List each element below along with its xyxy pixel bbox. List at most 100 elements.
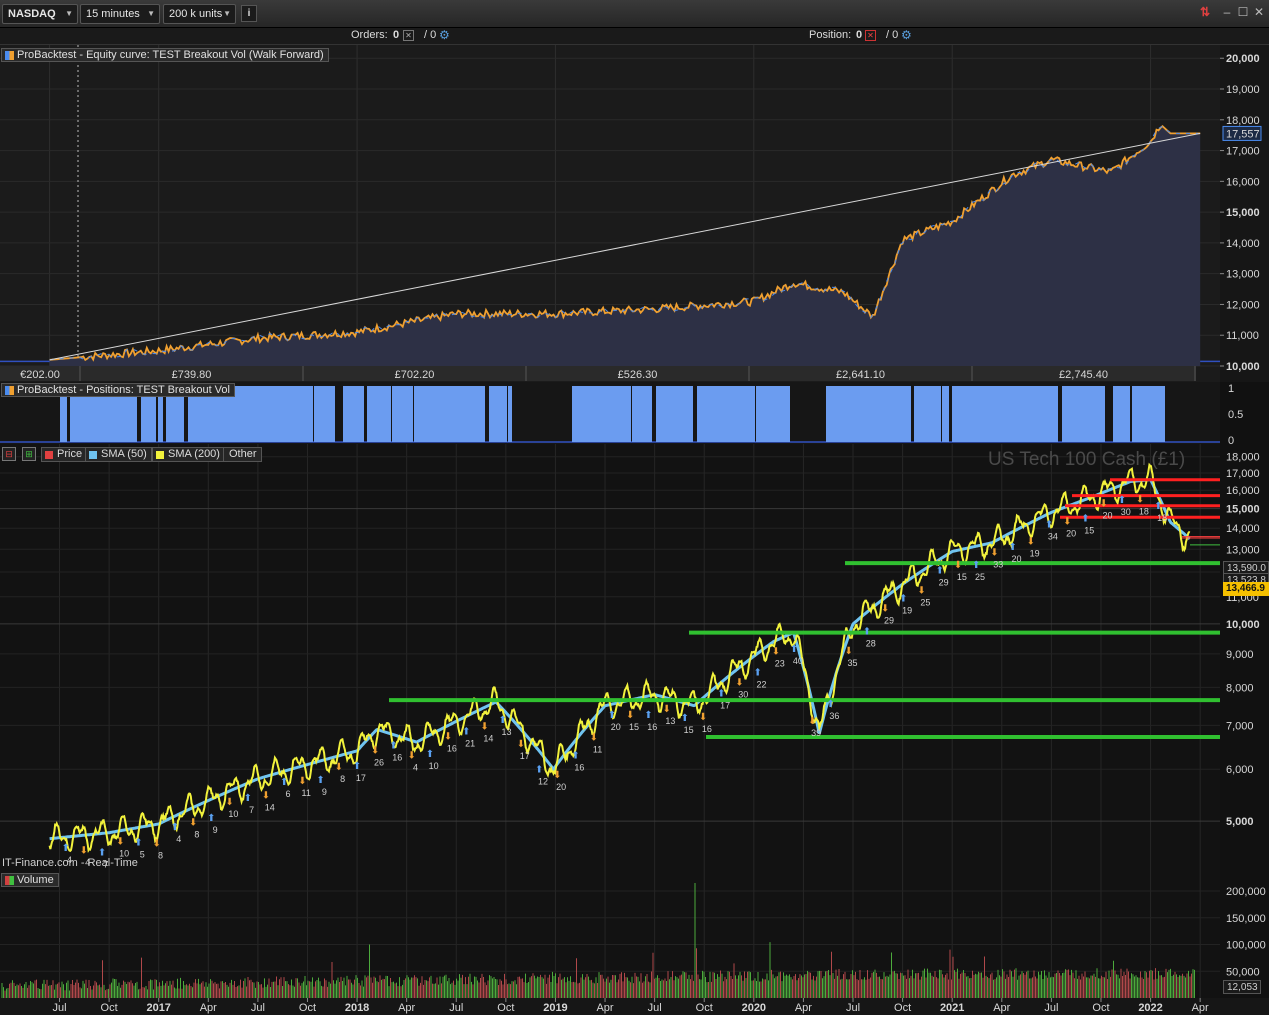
trade-count-label: 30 <box>738 690 748 700</box>
trade-count-label: 7 <box>249 805 254 815</box>
sell-arrow-icon: ⬇ <box>153 838 161 849</box>
volume-chart[interactable]: 200,000 150,000 100,000 50,000 <box>0 871 1269 998</box>
position-block <box>1086 386 1105 442</box>
timeframe-select[interactable]: 15 minutes ▼ <box>80 4 160 24</box>
equity-panel-title: ProBacktest - Equity curve: TEST Breakou… <box>1 48 329 62</box>
units-select[interactable]: 200 k units ▼ <box>163 4 236 24</box>
volume-y-tick-label: 100,000 <box>1226 940 1266 952</box>
price-y-tick-label: 18,000 <box>1226 452 1260 464</box>
position-block <box>1152 386 1165 442</box>
buy-arrow-icon: ⬆ <box>1008 542 1016 553</box>
remove-indicator-icon[interactable]: ⊟ <box>2 447 16 461</box>
position-block <box>952 386 971 442</box>
equity-y-tick-label: 20,000 <box>1226 53 1260 65</box>
position-block <box>1062 386 1086 442</box>
buy-arrow-icon: ⬆ <box>826 699 834 710</box>
legend-price[interactable]: Price <box>41 447 88 462</box>
cancel-orders-icon[interactable]: ✕ <box>403 30 414 41</box>
time-axis-label: Apr <box>1192 1002 1209 1014</box>
legend-sma50[interactable]: SMA (50) <box>85 447 152 462</box>
trade-count-label: 5 <box>140 850 145 860</box>
legend-other[interactable]: Other <box>223 447 262 462</box>
sell-arrow-icon: ⬇ <box>626 710 634 721</box>
positions-y-tick-label: 0 <box>1228 435 1234 444</box>
position-block <box>367 386 391 442</box>
buy-arrow-icon: ⬆ <box>790 644 798 655</box>
legend-sma200[interactable]: SMA (200) <box>152 447 225 462</box>
sell-arrow-icon: ⬇ <box>954 560 962 571</box>
equity-y-tick-label: 15,000 <box>1226 207 1260 219</box>
legend-sma50-label: SMA (50) <box>101 448 147 460</box>
info-icon[interactable]: i <box>241 5 257 22</box>
trade-count-label: 36 <box>829 711 839 721</box>
buy-arrow-icon: ⬆ <box>134 838 142 849</box>
sell-arrow-icon: ⬇ <box>517 739 525 750</box>
maximize-icon[interactable]: ☐ <box>1236 5 1250 19</box>
time-axis-label: Jul <box>846 1002 860 1014</box>
trade-count-label: 23 <box>775 659 785 669</box>
position-block <box>731 386 755 442</box>
trade-count-label: 33 <box>993 560 1003 570</box>
sell-arrow-icon: ⬇ <box>80 845 88 856</box>
buy-arrow-icon: ⬆ <box>353 761 361 772</box>
sell-arrow-icon: ⬇ <box>662 704 670 715</box>
price-chart[interactable]: 18,00017,00016,00015,00014,00013,00012,0… <box>0 444 1269 871</box>
equity-gain-label: £2,641.10 <box>836 369 885 381</box>
trade-count-label: 39 <box>811 728 821 738</box>
trade-count-label: 8 <box>194 830 199 840</box>
minimize-icon[interactable]: – <box>1220 5 1234 19</box>
chevron-down-icon: ▼ <box>223 9 231 18</box>
position-block <box>572 386 585 442</box>
position-block <box>269 386 288 442</box>
buy-arrow-icon: ⬆ <box>535 765 543 776</box>
trade-count-label: 20 <box>1103 510 1113 520</box>
price-y-tick-label: 5,000 <box>1226 816 1254 828</box>
position-block <box>863 386 881 442</box>
close-position-icon[interactable]: ✕ <box>865 30 876 41</box>
buy-arrow-icon: ⬆ <box>899 594 907 605</box>
trade-count-label: 16 <box>392 753 402 763</box>
positions-y-tick-label: 1 <box>1228 383 1234 395</box>
position-block <box>257 386 269 442</box>
trade-count-label: 16 <box>702 724 712 734</box>
sync-icon[interactable]: ⇅ <box>1198 5 1212 19</box>
position-block <box>914 386 925 442</box>
equity-gain-label: £702.20 <box>395 369 435 381</box>
sell-arrow-icon: ⬇ <box>1063 516 1071 527</box>
trade-count-label: 4 <box>176 834 181 844</box>
position-block <box>713 386 731 442</box>
sell-arrow-icon: ⬇ <box>990 548 998 559</box>
sell-arrow-icon: ⬇ <box>735 678 743 689</box>
sell-arrow-icon: ⬇ <box>480 722 488 733</box>
sell-arrow-icon: ⬇ <box>335 762 343 773</box>
trade-count-label: 17 <box>720 700 730 710</box>
position-block <box>1012 386 1025 442</box>
equity-y-tick-label: 13,000 <box>1226 269 1260 281</box>
equity-y-tick-label: 10,000 <box>1226 361 1260 373</box>
time-axis[interactable]: Jul Oct 2017 Apr Jul Oct 2018 Apr Jul Oct 2019 Apr J… <box>0 998 1269 1015</box>
trade-count-label: 28 <box>866 638 876 648</box>
trade-count-label: 25 <box>920 597 930 607</box>
price-y-tick-label: 14,000 <box>1226 523 1260 535</box>
time-axis-label: 2017 <box>146 1002 170 1014</box>
buy-arrow-icon: ⬆ <box>316 775 324 786</box>
legend-other-label: Other <box>229 448 257 460</box>
position-block <box>971 386 991 442</box>
position-settings-gear-icon[interactable]: ⚙ <box>901 28 912 42</box>
market-select[interactable]: NASDAQ ▼ <box>2 4 78 24</box>
position-block <box>697 386 702 442</box>
add-indicator-icon[interactable]: ⊞ <box>22 447 36 461</box>
position-block <box>997 386 1012 442</box>
trade-count-label: 4 <box>413 762 418 772</box>
trade-count-label: 19 <box>1030 549 1040 559</box>
time-axis-label: Oct <box>696 1002 713 1014</box>
trade-count-label: 40 <box>793 656 803 666</box>
time-axis-label: Apr <box>596 1002 613 1014</box>
orders-settings-gear-icon[interactable]: ⚙ <box>439 28 450 42</box>
close-icon[interactable]: ✕ <box>1252 5 1266 19</box>
trade-count-label: 29 <box>939 577 949 587</box>
buy-arrow-icon: ⬆ <box>717 688 725 699</box>
equity-curve-chart[interactable]: 20,000 19,000 18,000 17,000 16,000 15,000 14,0… <box>0 45 1269 382</box>
sell-arrow-icon: ⬇ <box>808 716 816 727</box>
equity-y-tick-label: 12,000 <box>1226 299 1260 311</box>
